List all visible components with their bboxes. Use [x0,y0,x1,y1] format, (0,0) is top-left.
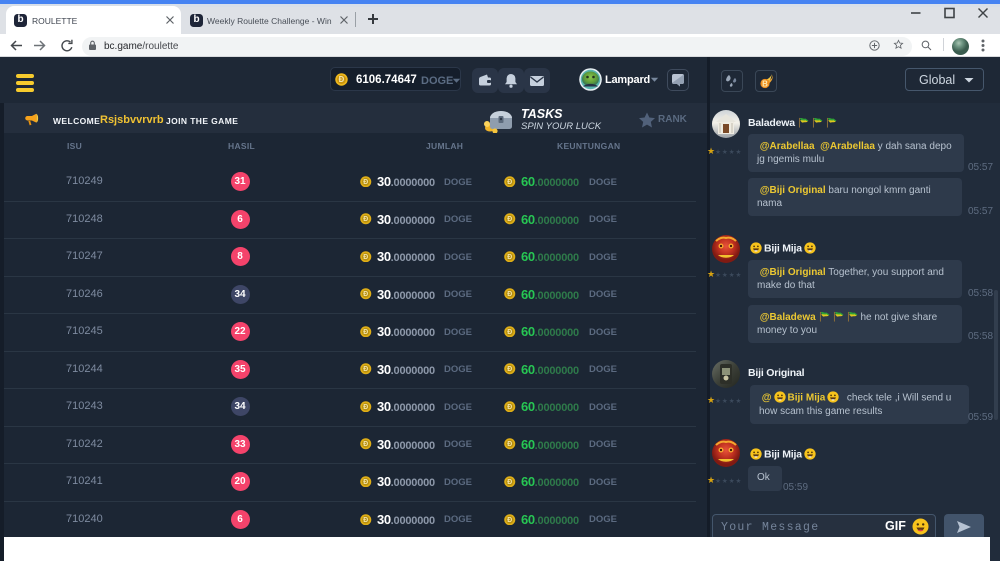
svg-text:Đ: Đ [339,75,345,84]
svg-text:Đ: Đ [363,442,368,449]
svg-text:Đ: Đ [507,217,512,224]
svg-text:Đ: Đ [507,292,512,299]
svg-text:Đ: Đ [507,329,512,336]
svg-text:Đ: Đ [507,442,512,449]
svg-text:Đ: Đ [363,254,368,261]
svg-text:B: B [762,79,768,88]
svg-text:Đ: Đ [363,404,368,411]
svg-text:Đ: Đ [363,517,368,524]
svg-text:Đ: Đ [363,179,368,186]
svg-text:Đ: Đ [507,517,512,524]
svg-text:Đ: Đ [507,367,512,374]
svg-text:Đ: Đ [363,479,368,486]
svg-text:Đ: Đ [507,179,512,186]
svg-text:Đ: Đ [363,292,368,299]
svg-text:Đ: Đ [363,217,368,224]
svg-text:Đ: Đ [507,404,512,411]
svg-text:Đ: Đ [507,254,512,261]
svg-text:Đ: Đ [507,479,512,486]
svg-text:Đ: Đ [363,367,368,374]
svg-text:Đ: Đ [363,329,368,336]
